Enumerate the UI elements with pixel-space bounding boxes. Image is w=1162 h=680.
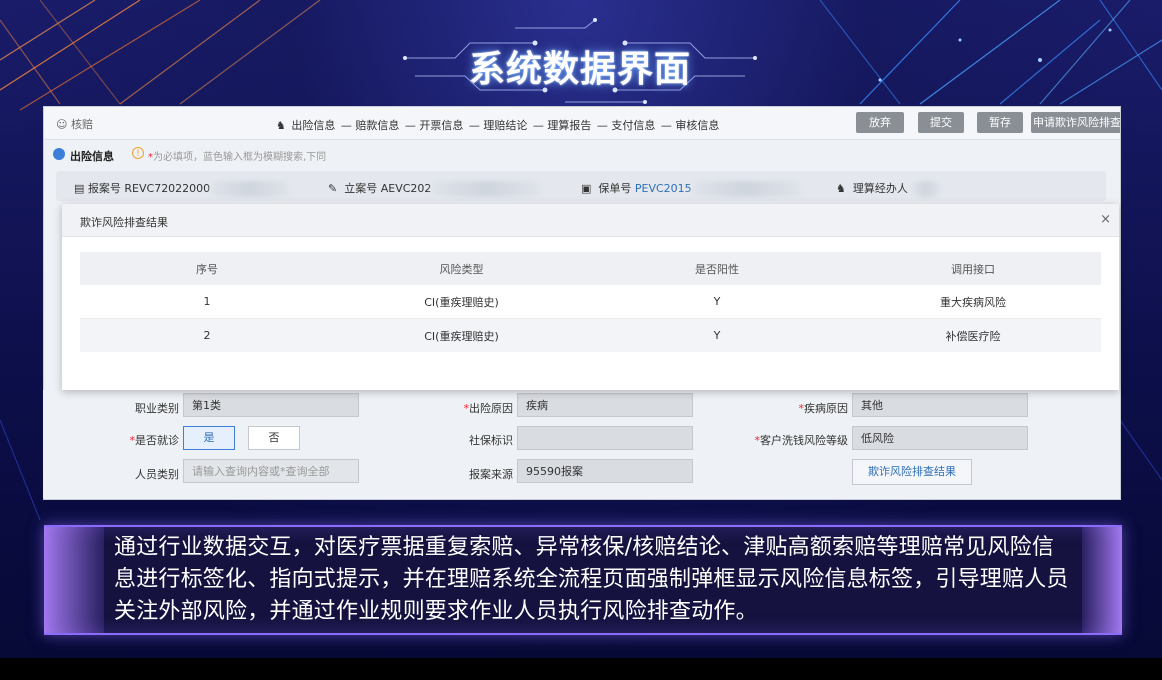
caption-text: 通过行业数据交互，对医疗票据重复索赔、异常核保/核赔结论、津贴高额索赔等理赔常见… [114,535,1069,624]
cell-positive: Y [713,329,721,342]
step-peikuan[interactable]: 赔款信息 [355,119,399,132]
source-label: 报案来源 [469,468,513,481]
close-icon[interactable]: × [1100,212,1111,227]
top-toolbar: ☺ 核赔 ♞ 出险信息 — 赔款信息 — 开票信息 — 理赔结论 — 理算报告 … [44,107,1120,140]
aml-label: *客户洗钱风险等级 [754,434,849,447]
caption-glow-right [1082,527,1122,633]
dialog-header: 欺诈风险排查结果 × [62,204,1119,237]
step-lisuan[interactable]: 理算报告 [547,119,591,132]
social-field[interactable] [517,426,693,450]
caption-box: 通过行业数据交互，对医疗票据重复索赔、异常核保/核赔结论、津贴高额索赔等理赔常见… [44,525,1122,635]
hezhu-tab[interactable]: ☺ 核赔 [56,116,93,132]
table-row[interactable]: 2 CI(重疾理赔史) Y 补偿医疗险 [80,319,1101,352]
result-table: 序号 风险类型 是否阳性 调用接口 1 CI(重疾理赔史) Y 重大疾病风险 2… [80,252,1101,352]
social-label: 社保标识 [469,434,513,447]
claim-form: 职业类别 第1类 *出险原因 疾病 *疾病原因 其他 *是否就诊 是 否 社保标… [43,390,1119,498]
cell-index: 1 [203,295,211,308]
dialog-title: 欺诈风险排查结果 [80,216,168,229]
submit-button[interactable]: 提交 [918,112,964,133]
disease-label: *疾病原因 [798,402,849,415]
fraud-result-button[interactable]: 欺诈风险排查结果 [852,459,972,485]
report-number: ▤ 报案号 REVC72022000 [74,180,291,197]
step-chuxian[interactable]: 出险信息 [291,119,335,132]
cell-risk-type: CI(重疾理赔史) [424,329,499,343]
caption-glow-left [44,527,104,633]
warning-icon: ! [132,147,144,159]
step-jielun[interactable]: 理赔结论 [483,119,527,132]
treated-no-button[interactable]: 否 [248,426,300,450]
section-title: 出险信息 [70,150,114,163]
adjuster: ♞ 理算经办人 [836,180,942,197]
process-steps: ♞ 出险信息 — 赔款信息 — 开票信息 — 理赔结论 — 理算报告 — 支付信… [276,119,720,132]
bottom-bar [0,658,1162,680]
table-header: 序号 风险类型 是否阳性 调用接口 [80,252,1101,285]
section-hint: *为必填项，蓝色输入框为模糊搜索,下同 [148,152,327,163]
cell-index: 2 [203,329,211,342]
page-title: 系统数据界面 [468,49,691,90]
case-info-bar: ▤ 报案号 REVC72022000 ✎ 立案号 AEVC202 ▣ 保单号 P… [56,171,1106,201]
person-label: 人员类别 [135,468,179,481]
title-banner: 系统数据界面 [395,18,765,104]
section-header: 出险信息 ! *为必填项，蓝色输入框为模糊搜索,下同 [44,141,1120,167]
apply-fraud-check-button[interactable]: 申请欺诈风险排查 [1031,112,1120,133]
treated-yes-button[interactable]: 是 [183,426,235,450]
save-draft-button[interactable]: 暂存 [977,112,1023,133]
cause-field[interactable]: 疾病 [517,393,693,417]
case-number: ✎ 立案号 AEVC202 [328,180,542,197]
col-risk-type: 风险类型 [439,262,484,276]
cause-label: *出险原因 [463,402,514,415]
treated-label: *是否就诊 [129,434,180,447]
abandon-button[interactable]: 放弃 [856,112,904,133]
occupation-label: 职业类别 [135,402,179,415]
step-shenhe[interactable]: 审核信息 [675,119,719,132]
section-icon [53,148,65,160]
disease-field[interactable]: 其他 [852,393,1028,417]
source-field[interactable]: 95590报案 [517,459,693,483]
cell-risk-type: CI(重疾理赔史) [424,295,499,309]
col-positive: 是否阳性 [695,262,739,276]
cell-interface: 补偿医疗险 [945,329,1001,343]
fraud-result-dialog: 欺诈风险排查结果 × 序号 风险类型 是否阳性 调用接口 1 CI(重疾理赔史)… [62,204,1119,390]
step-kaipiao[interactable]: 开票信息 [419,119,463,132]
col-index: 序号 [196,262,218,276]
aml-field[interactable]: 低风险 [852,426,1028,450]
step-zhifu[interactable]: 支付信息 [611,119,655,132]
cell-interface: 重大疾病风险 [940,295,1006,309]
occupation-field[interactable]: 第1类 [183,393,359,417]
table-row[interactable]: 1 CI(重疾理赔史) Y 重大疾病风险 [80,285,1101,319]
cell-positive: Y [713,295,721,308]
step-icon: ♞ [276,119,286,132]
col-interface: 调用接口 [951,262,995,276]
policy-number: ▣ 保单号 PEVC2015 [581,180,802,197]
person-field[interactable]: 请输入查询内容或*查询全部 [183,459,359,483]
